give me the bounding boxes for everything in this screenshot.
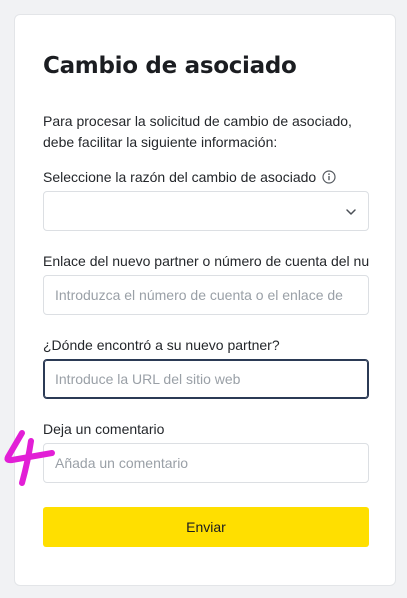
info-icon[interactable] — [322, 170, 336, 187]
form-card: Cambio de asociado Para procesar la soli… — [14, 14, 396, 586]
chevron-down-icon — [345, 205, 357, 221]
reason-label-row: Seleccione la razón del cambio de asocia… — [43, 169, 373, 187]
comment-input[interactable] — [43, 443, 369, 483]
page-title: Cambio de asociado — [43, 53, 297, 79]
partner-link-label: Enlace del nuevo partner o número de cue… — [43, 253, 369, 269]
submit-button[interactable]: Enviar — [43, 507, 369, 547]
where-found-label: ¿Dónde encontró a su nuevo partner? — [43, 337, 280, 353]
comment-label: Deja un comentario — [43, 421, 165, 437]
reason-label: Seleccione la razón del cambio de asocia… — [43, 169, 317, 185]
reason-select[interactable] — [43, 191, 369, 231]
website-url-input[interactable] — [43, 359, 369, 399]
partner-link-input[interactable] — [43, 275, 369, 315]
intro-text: Para procesar la solicitud de cambio de … — [43, 113, 352, 150]
